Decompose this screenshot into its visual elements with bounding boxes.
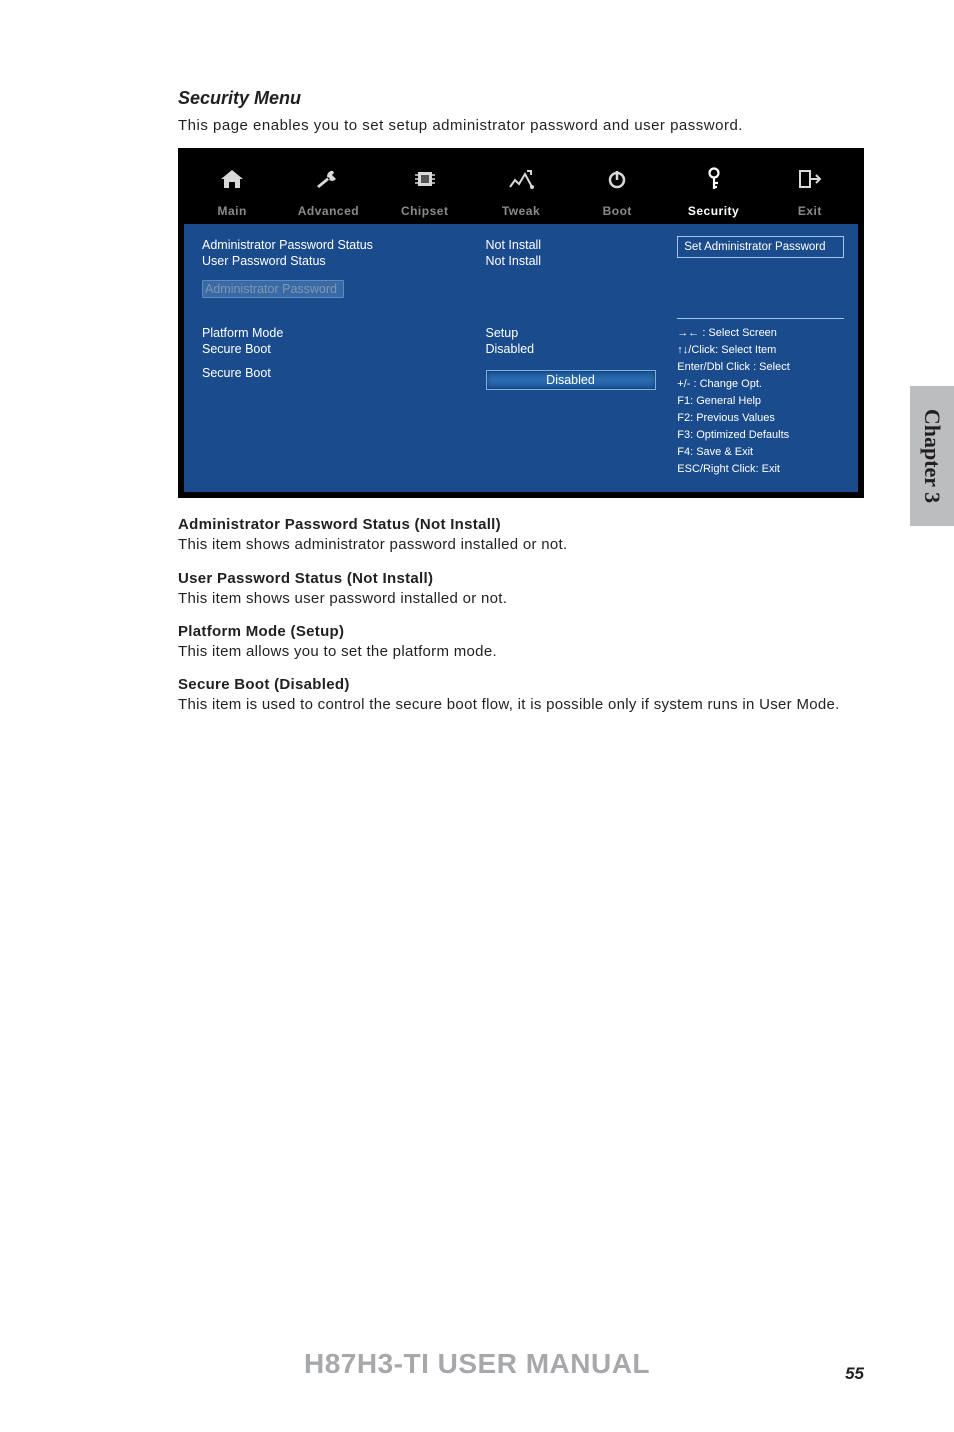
section-title: Security Menu — [178, 88, 864, 109]
chapter-label: Chapter 3 — [919, 409, 945, 503]
help-line: F2: Previous Values — [677, 410, 844, 427]
exit-icon — [762, 160, 858, 198]
manual-title: H87H3-TI USER MANUAL — [0, 1348, 954, 1380]
secure-boot-state-label: Secure Boot — [202, 342, 486, 356]
help-line: F4: Save & Exit — [677, 444, 844, 461]
platform-mode-description: Platform Mode (Setup) This item allows y… — [178, 623, 864, 662]
tab-advanced: Advanced — [280, 200, 376, 224]
admin-pw-status-value: Not Install — [486, 238, 660, 252]
user-pw-status-value: Not Install — [486, 254, 660, 268]
admin-pw-status-label: Administrator Password Status — [202, 238, 486, 252]
tab-tweak: Tweak — [473, 200, 569, 224]
secure-boot-state-value: Disabled — [486, 342, 660, 356]
wrench-icon — [280, 160, 376, 198]
help-line: Enter/Dbl Click : Select — [677, 359, 844, 376]
tab-security: Security — [665, 200, 761, 224]
tweak-icon — [473, 160, 569, 198]
description-body: This item is used to control the secure … — [178, 695, 864, 715]
key-icon — [665, 160, 761, 198]
secure-boot-select: Disabled — [486, 370, 656, 390]
help-description: Set Administrator Password — [677, 236, 844, 258]
home-icon — [184, 160, 280, 198]
tab-chipset: Chipset — [377, 200, 473, 224]
tab-main: Main — [184, 200, 280, 224]
chip-icon — [377, 160, 473, 198]
description-body: This item shows user password installed … — [178, 589, 864, 609]
admin-pw-description: Administrator Password Status (Not Insta… — [178, 516, 864, 555]
secure-boot-option-label: Secure Boot — [202, 366, 486, 390]
platform-mode-value: Setup — [486, 326, 660, 340]
power-icon — [569, 160, 665, 198]
tab-exit: Exit — [762, 200, 858, 224]
page-number: 55 — [845, 1364, 864, 1384]
help-line: ↑↓/Click: Select Item — [677, 342, 844, 359]
administrator-password-item: Administrator Password — [202, 280, 344, 298]
bios-tabs: Main Advanced Chipset Tweak Boot Securit… — [184, 200, 858, 224]
description-body: This item shows administrator password i… — [178, 535, 864, 555]
chapter-tab: Chapter 3 — [910, 386, 954, 526]
intro-text: This page enables you to set setup admin… — [178, 117, 864, 134]
help-keys: →← : Select Screen ↑↓/Click: Select Item… — [677, 318, 844, 478]
description-heading: Secure Boot (Disabled) — [178, 676, 864, 693]
user-pw-description: User Password Status (Not Install) This … — [178, 570, 864, 609]
bios-screenshot: Main Advanced Chipset Tweak Boot Securit… — [178, 148, 864, 498]
help-line: ESC/Right Click: Exit — [677, 461, 844, 478]
help-line: →← : Select Screen — [677, 325, 844, 342]
bios-icon-row — [184, 154, 858, 200]
description-heading: User Password Status (Not Install) — [178, 570, 864, 587]
tab-boot: Boot — [569, 200, 665, 224]
description-heading: Administrator Password Status (Not Insta… — [178, 516, 864, 533]
help-line: +/- : Change Opt. — [677, 376, 844, 393]
user-pw-status-label: User Password Status — [202, 254, 486, 268]
description-heading: Platform Mode (Setup) — [178, 623, 864, 640]
help-line: F1: General Help — [677, 393, 844, 410]
secure-boot-description: Secure Boot (Disabled) This item is used… — [178, 676, 864, 715]
help-line: F3: Optimized Defaults — [677, 427, 844, 444]
description-body: This item allows you to set the platform… — [178, 642, 864, 662]
platform-mode-label: Platform Mode — [202, 326, 486, 340]
